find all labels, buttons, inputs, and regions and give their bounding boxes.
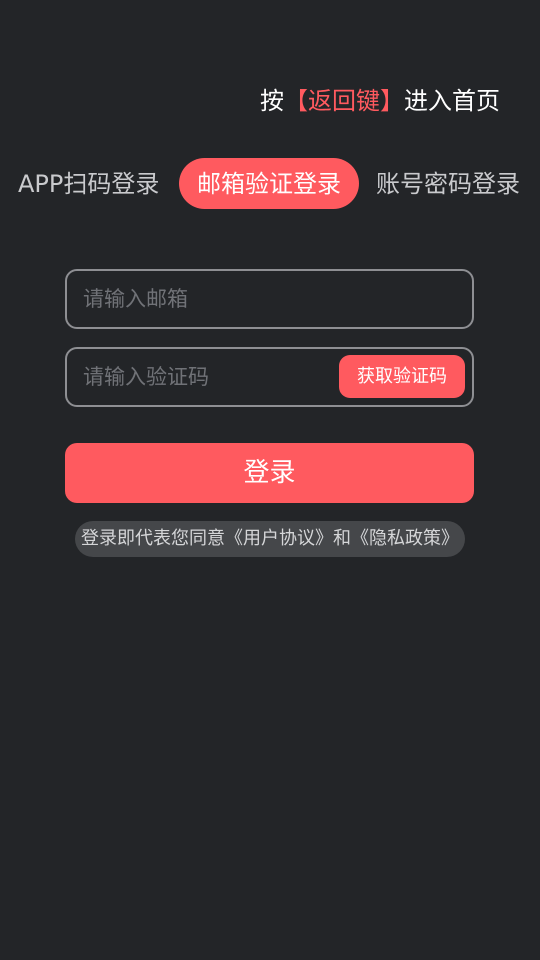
hint-prefix: 按	[260, 87, 284, 115]
hint-suffix: 进入首页	[404, 87, 500, 115]
verification-code-field-box: 获取验证码	[65, 347, 474, 407]
agreement-and: 和	[333, 528, 351, 549]
get-verification-code-button[interactable]: 获取验证码	[339, 355, 465, 398]
tab-email-verify-login[interactable]: 邮箱验证登录	[179, 158, 359, 209]
verification-code-input[interactable]	[83, 349, 333, 405]
login-screen: 按【返回键】进入首页 APP扫码登录 邮箱验证登录 账号密码登录 获取验证码 登…	[0, 0, 540, 960]
login-method-tabs: APP扫码登录 邮箱验证登录 账号密码登录	[0, 158, 540, 210]
privacy-policy-link[interactable]: 《隐私政策》	[351, 528, 459, 549]
user-agreement-link[interactable]: 《用户协议》	[225, 528, 333, 549]
back-key-hint: 按【返回键】进入首页	[260, 82, 510, 122]
tab-app-scan-login[interactable]: APP扫码登录	[18, 158, 166, 210]
agreement-notice: 登录即代表您同意《用户协议》和《隐私政策》	[75, 521, 465, 557]
email-field-box	[65, 269, 474, 329]
tab-account-password-login[interactable]: 账号密码登录	[376, 158, 526, 210]
email-input[interactable]	[83, 271, 333, 327]
hint-back-key: 【返回键】	[284, 87, 404, 115]
login-button[interactable]: 登录	[65, 443, 474, 503]
agreement-prefix: 登录即代表您同意	[81, 528, 225, 549]
